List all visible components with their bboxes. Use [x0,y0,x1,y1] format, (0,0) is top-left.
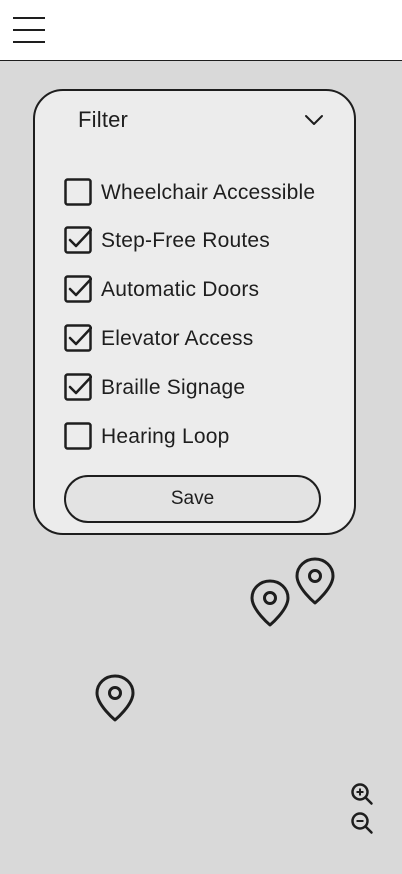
checkbox-checked[interactable] [64,373,92,401]
chevron-down-icon [305,115,323,125]
menu-icon[interactable] [13,17,45,43]
menu-icon-line [13,17,45,19]
option-label: Elevator Access [101,327,254,350]
option-label: Braille Signage [101,376,246,399]
checkbox[interactable] [64,422,92,450]
checkbox-checked[interactable] [64,275,92,303]
option-label: Hearing Loop [101,425,230,448]
filter-panel: Filter Wheelchair Accessible Step-Free R… [33,89,356,535]
option-label: Automatic Doors [101,278,260,301]
filter-title: Filter [78,107,129,132]
save-button[interactable]: Save [64,475,321,523]
zoom-in-icon[interactable] [350,782,374,806]
checkbox-checked[interactable] [64,226,92,254]
filter-dropdown-header[interactable]: Filter [35,91,354,149]
option-label: Step-Free Routes [101,229,270,252]
map-pin-icon[interactable] [94,673,136,723]
map-pin-icon[interactable] [294,556,336,606]
menu-icon-line [13,29,45,31]
zoom-out-icon[interactable] [350,811,374,835]
map-pin-icon[interactable] [249,578,291,628]
menu-icon-line [13,41,45,43]
checkbox-checked[interactable] [64,324,92,352]
option-label: Wheelchair Accessible [101,181,316,204]
top-bar [0,0,402,61]
checkbox[interactable] [64,178,92,206]
